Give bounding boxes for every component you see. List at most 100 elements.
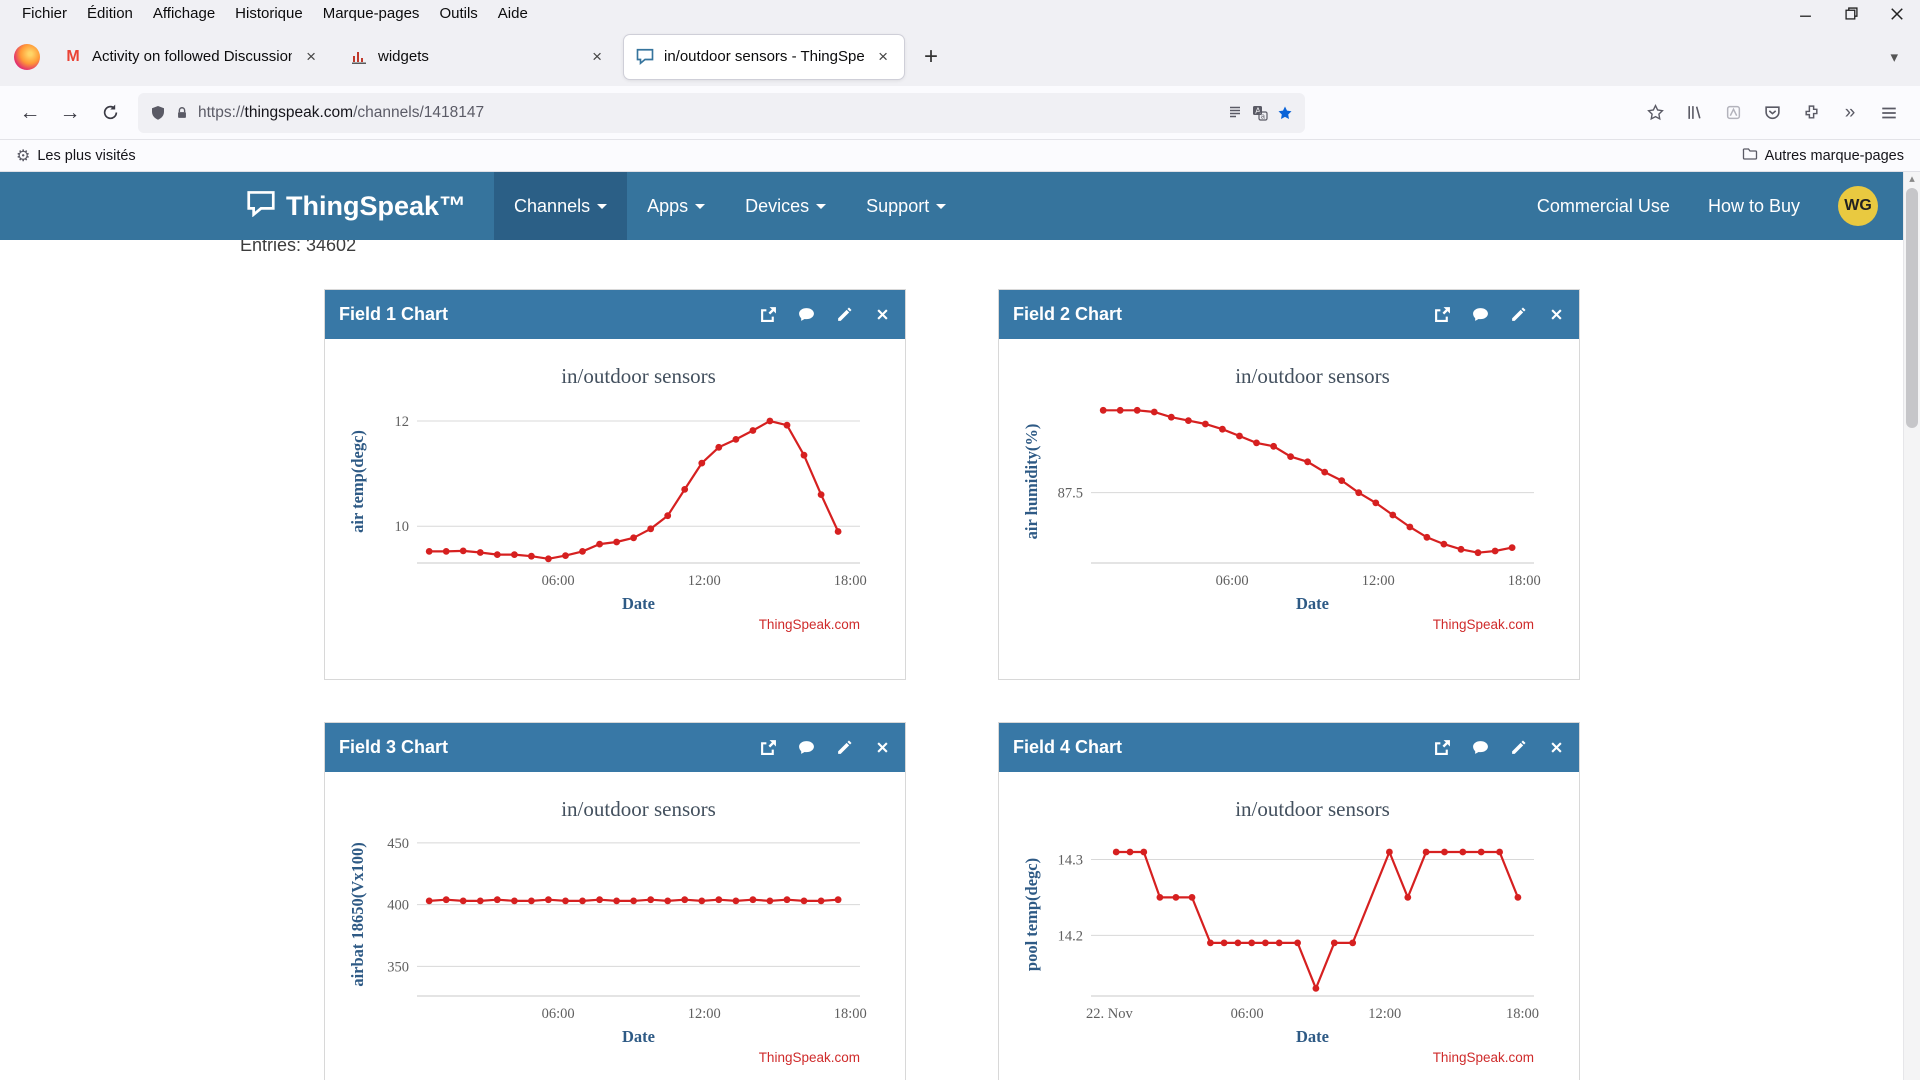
menu-marque-pages[interactable]: Marque-pages [313,5,430,22]
chart-panel: Field 4 Chartin/outdoor sensors14.214.32… [998,722,1580,1080]
firefox-view-icon[interactable] [14,44,40,70]
close-icon[interactable] [1874,0,1920,27]
tab-close-icon[interactable]: × [588,47,606,67]
svg-text:Date: Date [1296,594,1329,613]
nav-devices[interactable]: Devices [725,172,846,240]
svg-text:12:00: 12:00 [688,1006,721,1022]
bookmark-star-icon[interactable] [1277,105,1293,121]
svg-text:ThingSpeak.com: ThingSpeak.com [1433,617,1534,632]
svg-text:ThingSpeak.com: ThingSpeak.com [759,617,860,632]
chart-panel-title: Field 1 Chart [339,304,448,325]
close-icon[interactable] [1548,306,1565,323]
chart-panel-actions [1434,739,1565,756]
bookmark-other[interactable]: Autres marque-pages [1742,146,1904,166]
chart-panel-title: Field 3 Chart [339,737,448,758]
open-chart-icon[interactable] [1434,739,1451,756]
svg-text:06:00: 06:00 [542,573,575,589]
widgets-favicon-icon [350,48,368,66]
open-chart-icon[interactable] [1434,306,1451,323]
edit-icon[interactable] [1510,306,1527,323]
tab-widgets[interactable]: widgets × [338,35,618,79]
bookmark-label: Autres marque-pages [1765,148,1904,164]
extensions-icon[interactable] [1800,104,1822,121]
list-tabs-chevron-icon[interactable]: ▾ [1890,48,1912,66]
tab-close-icon[interactable]: × [874,47,892,67]
edit-icon[interactable] [1510,739,1527,756]
svg-text:18:00: 18:00 [1508,573,1541,589]
line-chart: in/outdoor sensors35040045006:0012:0018:… [325,772,905,1080]
pocket-icon[interactable] [1761,104,1783,121]
close-icon[interactable] [874,739,891,756]
svg-text:in/outdoor sensors: in/outdoor sensors [1235,797,1390,821]
svg-text:air humidity(%): air humidity(%) [1022,424,1041,540]
svg-text:18:00: 18:00 [834,1006,867,1022]
svg-text:12: 12 [395,414,410,430]
nav-support[interactable]: Support [846,172,966,240]
svg-text:ThingSpeak.com: ThingSpeak.com [759,1050,860,1065]
menu-outils[interactable]: Outils [429,5,487,22]
svg-text:06:00: 06:00 [542,1006,575,1022]
forward-icon[interactable]: → [50,93,90,133]
chart-panel-header: Field 4 Chart [999,723,1579,772]
tab-close-icon[interactable]: × [302,47,320,67]
svg-text:14.3: 14.3 [1058,853,1083,869]
avatar[interactable]: WG [1838,186,1878,226]
nav-channels[interactable]: Channels [494,172,627,240]
menu-aide[interactable]: Aide [488,5,538,22]
comment-icon[interactable] [798,739,815,756]
reader-view-icon[interactable] [1227,105,1243,121]
bookmark-most-visited[interactable]: ⚙ Les plus visités [16,146,136,166]
menu-affichage[interactable]: Affichage [143,5,225,22]
highlight-icon[interactable] [1722,104,1744,121]
comment-icon[interactable] [1472,306,1489,323]
url-bar[interactable]: https://thingspeak.com/channels/1418147 … [138,93,1305,133]
lock-icon[interactable] [175,106,189,120]
svg-text:12:00: 12:00 [688,573,721,589]
close-icon[interactable] [874,306,891,323]
edit-icon[interactable] [836,739,853,756]
scrollbar-up-icon[interactable]: ▴ [1904,172,1920,186]
menu-historique[interactable]: Historique [225,5,313,22]
svg-text:air temp(degc): air temp(degc) [348,430,367,533]
svg-text:pool temp(degc): pool temp(degc) [1022,858,1041,971]
comment-icon[interactable] [798,306,815,323]
nav-apps[interactable]: Apps [627,172,725,240]
scrollbar-thumb[interactable] [1906,188,1918,428]
url-domain: thingspeak.com [245,104,354,121]
chart-body: in/outdoor sensors35040045006:0012:0018:… [325,772,905,1080]
save-star-icon[interactable] [1644,104,1666,121]
menu-icon[interactable] [1878,104,1900,122]
menu-edition[interactable]: Édition [77,5,143,22]
library-icon[interactable] [1683,104,1705,121]
translate-icon[interactable]: Aa [1252,105,1268,121]
open-chart-icon[interactable] [760,306,777,323]
chart-panel-actions [760,739,891,756]
shield-icon[interactable] [150,105,166,121]
nav-label: Support [866,196,929,217]
chart-panel: Field 2 Chartin/outdoor sensors87.506:00… [998,289,1580,680]
tab-gmail[interactable]: M Activity on followed Discussion × [52,35,332,79]
new-tab-button[interactable]: + [910,43,952,71]
thingspeak-logo[interactable]: ThingSpeak™ [246,190,466,222]
chart-panel-title: Field 4 Chart [1013,737,1122,758]
svg-text:87.5: 87.5 [1058,486,1083,502]
page-scrollbar[interactable]: ▴ [1903,172,1920,1080]
reload-icon[interactable] [90,93,130,133]
minimize-icon[interactable] [1782,0,1828,27]
page-content: Entries: 34602 Field 1 Chartin/outdoor s… [0,235,1920,1075]
nav-commercial-use[interactable]: Commercial Use [1537,196,1670,217]
overflow-icon[interactable]: » [1839,102,1861,124]
edit-icon[interactable] [836,306,853,323]
back-icon[interactable]: ← [10,93,50,133]
tab-thingspeak[interactable]: in/outdoor sensors - ThingSpea × [624,35,904,79]
open-chart-icon[interactable] [760,739,777,756]
menu-bar: Fichier Édition Affichage Historique Mar… [0,0,1920,27]
close-icon[interactable] [1548,739,1565,756]
svg-text:airbat 18650(Vx100): airbat 18650(Vx100) [348,842,367,986]
menu-fichier[interactable]: Fichier [12,5,77,22]
url-text[interactable]: https://thingspeak.com/channels/1418147 [198,104,1218,122]
nav-label: Devices [745,196,809,217]
maximize-icon[interactable] [1828,0,1874,27]
nav-how-to-buy[interactable]: How to Buy [1708,196,1800,217]
comment-icon[interactable] [1472,739,1489,756]
